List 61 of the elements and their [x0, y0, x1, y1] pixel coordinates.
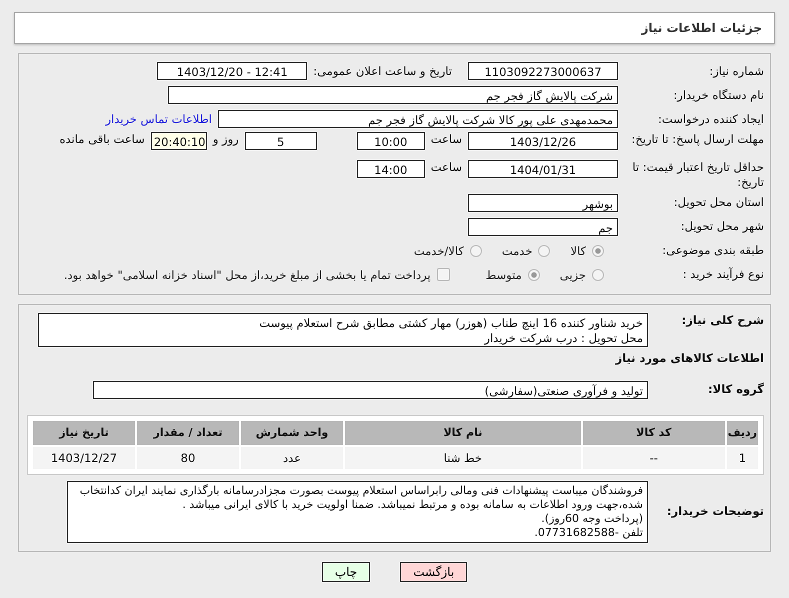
- column-header: واحد شمارش: [241, 420, 343, 445]
- column-header: کد کالا: [582, 420, 725, 445]
- radio-label: خدمت: [502, 244, 532, 258]
- radio-button[interactable]: [592, 244, 604, 257]
- column-header: تاریخ نیاز: [33, 420, 135, 445]
- checkbox[interactable]: [436, 268, 450, 282]
- announce-datetime-field: 1403/12/20 - 12:41: [157, 62, 308, 80]
- field-label: تاریخ و ساعت اعلان عمومی:: [313, 64, 452, 78]
- field-label: مهلت ارسال پاسخ: تا تاریخ:: [630, 132, 764, 147]
- table-cell: 80: [137, 446, 239, 469]
- field-label: حداقل تاریخ اعتبار قیمت: تا تاریخ:: [631, 160, 764, 190]
- buyer-contact-link[interactable]: اطلاعات تماس خریدار: [105, 112, 212, 126]
- field-label: شماره نیاز:: [708, 64, 764, 78]
- column-header: تعداد / مقدار: [137, 420, 239, 445]
- print-button[interactable]: چاپ: [322, 562, 370, 582]
- deadline-date-field: 1403/12/26: [468, 132, 618, 150]
- column-header: نام کالا: [345, 420, 581, 445]
- table-cell: 1: [726, 446, 758, 469]
- field-label: توضیحات خریدار:: [666, 504, 764, 520]
- description-field: خرید شناور کننده 16 اینچ طناب (هوزر) مهار کشتی مطابق شرح استعلام پیوست محل تحویل : درب شرکت خریدار: [38, 312, 648, 347]
- field-label: نام دستگاه خریدار:: [672, 88, 764, 102]
- table-cell: عدد: [241, 446, 343, 469]
- radio-button[interactable]: [470, 244, 482, 257]
- days-label: روز و: [212, 132, 239, 146]
- field-label: طبقه بندی موضوعی:: [661, 243, 764, 258]
- field-label: ایجاد کننده درخواست:: [657, 112, 764, 126]
- table-cell: خط شنا: [345, 446, 581, 469]
- column-header: ردیف: [726, 420, 758, 445]
- radio-label: کالا/خدمت: [414, 244, 464, 258]
- province-field: بوشهر: [468, 194, 618, 212]
- checkbox-label: پرداخت تمام یا بخشی از مبلغ خرید،از محل "اسناد خزانه اسلامی" خواهد بود.: [64, 268, 431, 282]
- field-label: نوع فرآیند خرید :: [682, 267, 764, 282]
- remaining-label: ساعت باقی مانده: [60, 132, 145, 146]
- page-title: جزئیات اطلاعات نیاز: [641, 21, 762, 35]
- buyer-notes-field: فروشندگان میباست پیشنهادات فنی ومالی رابراساس استعلام پیوست بصورت مجزادرسامانه بارگذاری نمایند ایران کدانتخاب شده،جهت ورود اطلاعات به سامانه بوده و مرتبط نمیباشد. ضمنا اولویت خرید با کالای ایرانی میباشد . (پرداخت وجه 60روز). تلفن -07731682588.: [67, 480, 648, 543]
- validity-time-field: 14:00: [356, 160, 425, 178]
- radio-button[interactable]: [538, 244, 550, 257]
- validity-date-field: 1404/01/31: [468, 160, 618, 178]
- time-label: ساعت: [430, 160, 462, 174]
- city-field: جم: [468, 218, 618, 236]
- field-label: شهر محل تحویل:: [680, 219, 764, 234]
- remaining-time-field: 20:40:10: [150, 132, 207, 150]
- table-cell: 1403/12/27: [33, 446, 135, 469]
- days-field: 5: [244, 132, 317, 150]
- radio-label: متوسط: [486, 268, 522, 282]
- field-label: شرح کلی نیاز:: [680, 312, 764, 328]
- radio-button[interactable]: [528, 268, 540, 281]
- time-label: ساعت: [430, 132, 462, 146]
- section-title: اطلاعات کالاهای مورد نیاز: [614, 350, 764, 365]
- need-number-field: 1103092273000637: [468, 62, 618, 80]
- field-label: گروه کالا:: [707, 382, 764, 398]
- table-cell: --: [582, 446, 725, 469]
- goods-group-field: تولید و فرآوری صنعتی(سفارشی): [93, 380, 648, 399]
- radio-label: کالا: [570, 244, 586, 258]
- back-button[interactable]: بازگشت: [400, 562, 468, 582]
- buyer-org-field: شرکت پالایش گاز فجر جم: [168, 86, 618, 104]
- radio-label: جزیی: [560, 268, 586, 282]
- deadline-time-field: 10:00: [356, 132, 425, 150]
- field-label: استان محل تحویل:: [672, 195, 764, 210]
- requester-field: محمدمهدی علی پور کالا شرکت پالایش گاز فجر جم: [218, 110, 618, 128]
- radio-button[interactable]: [592, 268, 604, 281]
